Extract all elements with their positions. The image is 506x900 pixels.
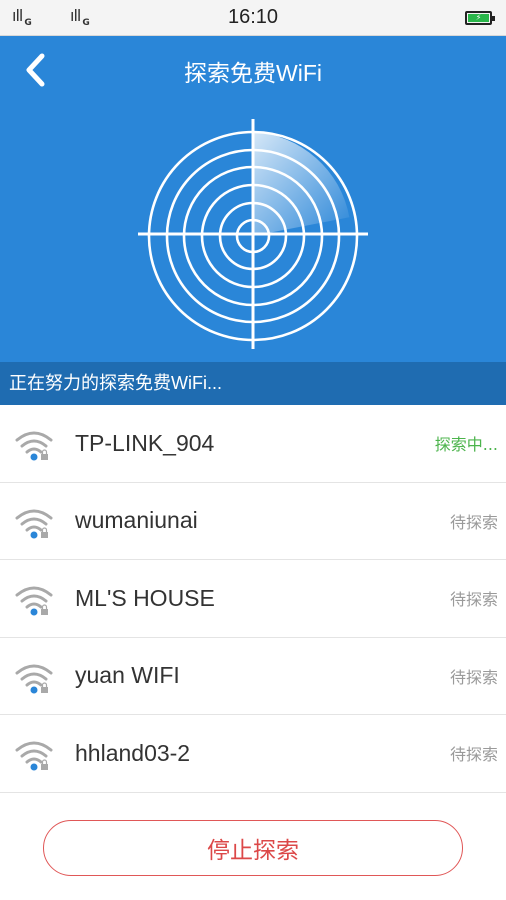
- wifi-ssid: wumaniunai: [75, 507, 198, 534]
- wifi-list-item[interactable]: yuan WIFI 待探索: [0, 638, 506, 715]
- wifi-scan-status: 待探索: [449, 667, 498, 687]
- wifi-locked-icon: [15, 586, 53, 616]
- wifi-scan-status: 待探索: [449, 590, 498, 610]
- status-bar: ıll G ıll G 16:10 ⚡: [0, 0, 506, 36]
- wifi-list: TP-LINK_904 探索中... wumaniunai 待探索 ML'S H…: [0, 405, 506, 793]
- wifi-scan-status: 待探索: [449, 512, 498, 532]
- wifi-list-item[interactable]: ML'S HOUSE 待探索: [0, 560, 506, 638]
- wifi-locked-icon: [15, 741, 53, 771]
- radar-icon: [138, 119, 368, 349]
- clock: 16:10: [227, 6, 279, 28]
- battery-charging-icon: ⚡: [465, 11, 495, 25]
- wifi-locked-icon: [15, 664, 53, 693]
- wifi-locked-icon: [15, 431, 53, 461]
- wifi-list-item[interactable]: wumaniunai 待探索: [0, 483, 506, 560]
- header: 探索免费WiFi 正在努力的探索免费WiFi...: [0, 36, 506, 405]
- wifi-ssid: yuan WIFI: [75, 662, 180, 689]
- wifi-list-item[interactable]: TP-LINK_904 探索中...: [0, 405, 506, 483]
- wifi-locked-icon: [15, 509, 53, 538]
- wifi-ssid: ML'S HOUSE: [75, 584, 215, 611]
- wifi-ssid: hhland03-2: [75, 739, 191, 766]
- page-title: 探索免费WiFi: [184, 60, 322, 86]
- wifi-scan-status: 探索中...: [434, 435, 498, 455]
- stop-scan-button[interactable]: 停止探索: [43, 820, 463, 876]
- wifi-ssid: TP-LINK_904: [75, 429, 215, 456]
- wifi-list-item[interactable]: hhland03-2 待探索: [0, 715, 506, 793]
- wifi-scan-status: 待探索: [449, 745, 498, 765]
- progress-text: 正在努力的探索免费WiFi...: [0, 362, 506, 405]
